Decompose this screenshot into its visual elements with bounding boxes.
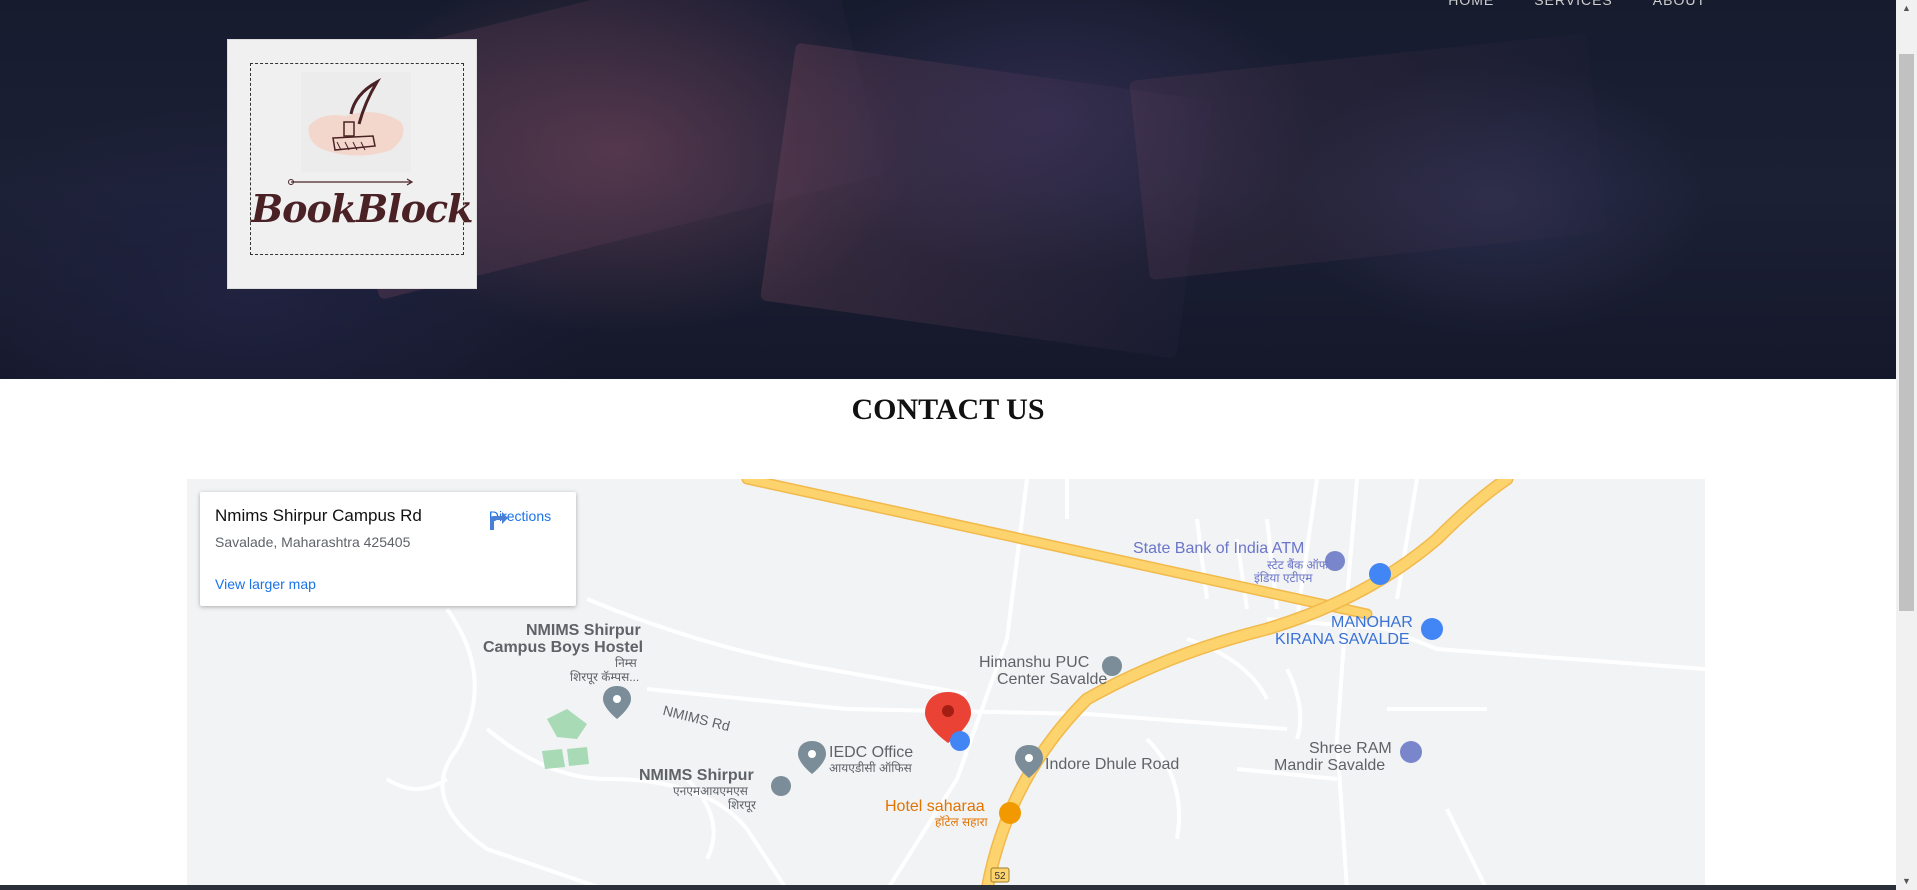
map-label-manohar2: KIRANA SAVALDE [1275, 631, 1410, 648]
place-title: Nmims Shirpur Campus Rd [215, 506, 422, 525]
map-label-indore: Indore Dhule Road [1045, 756, 1180, 773]
logo-frame: BookBlock [250, 63, 474, 255]
view-larger-map-link[interactable]: View larger map [215, 576, 316, 592]
footer-edge [0, 885, 1896, 890]
scroll-up-icon[interactable]: ▲ [1896, 0, 1917, 17]
pin-icon [798, 741, 826, 774]
pin-icon [603, 686, 631, 719]
map-label-hostel-hi2: शिरपूर कॅम्पस... [570, 670, 640, 684]
map-label-manohar: MANOHAR [1331, 614, 1413, 631]
hero-banner: HOME SERVICES ABOUT BookBlock [0, 0, 1896, 379]
nav-home[interactable]: HOME [1448, 0, 1494, 8]
map-label-hotel: Hotel saharaa [885, 798, 985, 815]
scrollbar-thumb[interactable] [1899, 54, 1914, 611]
hero-book-page [1129, 33, 1608, 280]
logo-text: BookBlock [251, 186, 474, 231]
nav-about[interactable]: ABOUT [1653, 0, 1706, 8]
embedded-map[interactable]: 52 State Bank of India ATM स्टेट बैंक ऑफ… [187, 479, 1705, 890]
map-label-nmims-hi: एनएमआयएमएस [673, 784, 748, 798]
map-label-hotel-hi: हॉटेल सहारा [935, 815, 988, 829]
map-label-shree2: Mandir Savalde [1274, 757, 1386, 774]
top-nav: HOME SERVICES ABOUT [1448, 0, 1706, 8]
map-label-nmims-hi2: शिरपूर [728, 798, 756, 812]
directions-icon [490, 512, 508, 530]
map-label-hostel-hi: निम्स [615, 656, 637, 670]
nav-services[interactable]: SERVICES [1534, 0, 1613, 8]
pin-icon [1015, 745, 1043, 778]
map-label-iedc: IEDC Office [829, 744, 914, 761]
page-title: CONTACT US [851, 393, 1045, 426]
map-label-sbi-hi: स्टेट बैंक ऑफ [1267, 558, 1329, 572]
scroll-down-icon[interactable]: ▼ [1896, 873, 1917, 890]
place-address: Savalade, Maharashtra 425405 [215, 534, 411, 550]
map-label-hostel: NMIMS Shirpur [526, 622, 641, 639]
map-label-hostel2: Campus Boys Hostel [483, 639, 644, 656]
map-label-himanshu2: Center Savalde [997, 671, 1108, 688]
route-52-label: 52 [994, 871, 1006, 882]
page-scrollbar[interactable]: ▲ ▼ [1896, 0, 1917, 890]
map-label-sbi: State Bank of India ATM [1133, 540, 1305, 557]
map-label-shree: Shree RAM [1309, 740, 1392, 757]
map-label-himanshu: Himanshu PUC [979, 654, 1090, 671]
directions-button[interactable]: Directions [484, 506, 556, 530]
map-label-sbi-hi2: इंडिया एटीएम [1254, 571, 1313, 585]
map-label-iedc-hi: आयएडीसी ऑफिस [829, 761, 912, 775]
site-logo[interactable]: BookBlock [227, 39, 477, 289]
map-label-nmims: NMIMS Shirpur [639, 767, 754, 784]
place-info-card: Nmims Shirpur Campus Rd Savalade, Mahara… [200, 492, 576, 606]
